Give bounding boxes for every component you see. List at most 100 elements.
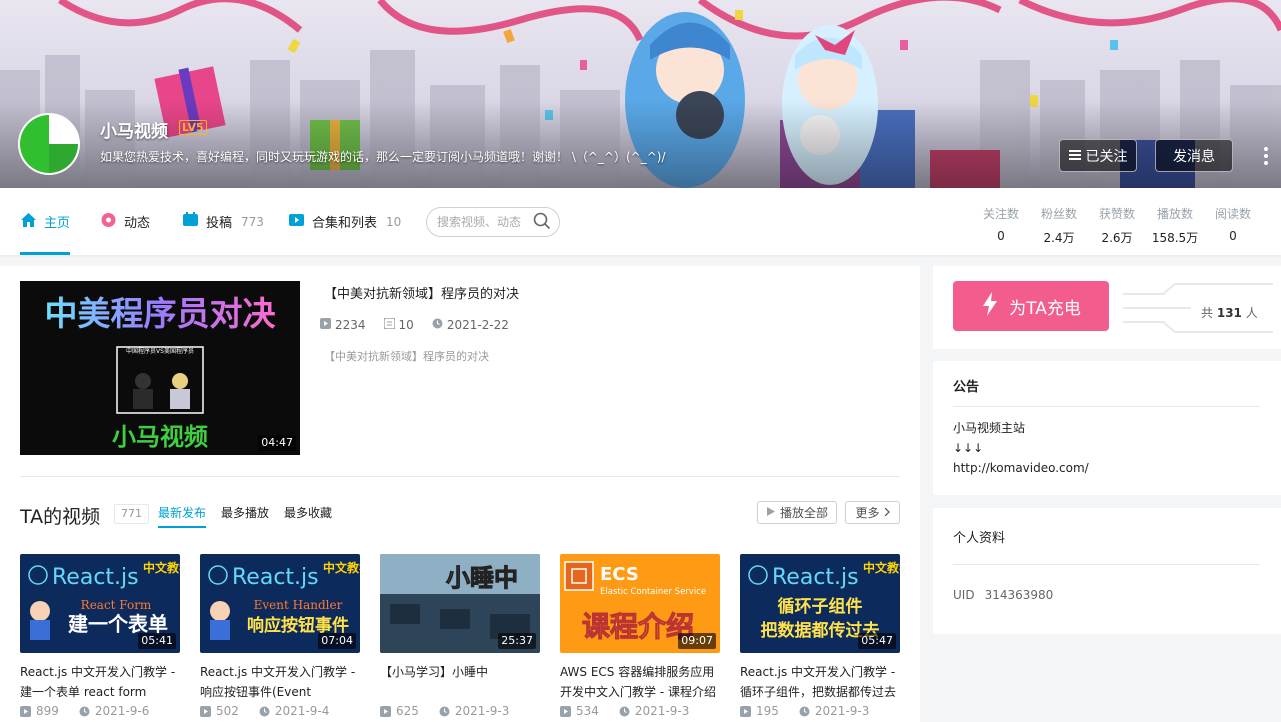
video-card[interactable]: 小睡中 25:37 【小马学习】小睡中 625 2021-9-3 [380,554,540,722]
play-count-icon [740,705,751,717]
menu-icon [1068,148,1081,164]
username: 小马视频 [100,122,168,142]
tab-most-favorited[interactable]: 最多收藏 [284,504,332,521]
danmaku-count: 10 [398,318,414,332]
tab-home[interactable]: 主页 [20,188,71,255]
video-title[interactable]: React.js 中文开发入门教学 - 循环子组件，把数据都传过去 [740,662,902,702]
tab-uploads[interactable]: 投稿 773 [182,188,264,255]
tab-most-played[interactable]: 最多播放 [221,504,269,521]
featured-thumb-brand: 小马视频 [112,423,208,451]
video-meta: 625 2021-9-3 [380,704,540,718]
stat-plays: 播放数 158.5万 [1151,207,1199,245]
profile-info-panel: 个人资料 UID 314363980 [933,508,1281,634]
upload-date: 2021-2-22 [446,318,509,332]
svg-text:中文教学: 中文教学 [143,560,180,575]
chevron-right-icon [884,506,890,520]
more-options-icon[interactable] [1258,143,1274,169]
svg-text:ECS: ECS [600,564,639,585]
notice-title: 公告 [953,380,980,395]
play-count-icon [320,318,331,332]
play-count-icon [380,705,391,717]
featured-thumb-small: 中国程序员VS美国程序员 [126,347,194,355]
tab-dynamic[interactable]: 动态 [100,188,150,255]
video-card[interactable]: React.js 中文教学 React Form 建一个表单 05:41 Rea… [20,554,180,722]
video-title[interactable]: 【小马学习】小睡中 [380,662,542,702]
duration-badge: 25:37 [498,633,536,649]
video-icon [182,211,199,232]
svg-text:中文教学: 中文教学 [863,560,900,575]
video-title[interactable]: React.js 中文开发入门教学 - 建一个表单 react form [20,662,182,702]
follow-label: 已关注 [1085,148,1128,165]
play-count-icon [560,705,571,717]
video-card[interactable]: ECS Elastic Container Service 课程介绍 09:07… [560,554,720,722]
videos-section-title: TA的视频 [20,506,101,528]
level-badge: LV5 [179,120,207,135]
playlist-icon [288,212,305,232]
info-title: 个人资料 [953,531,1006,546]
danmaku-icon [382,317,396,332]
notice-link[interactable]: http://komavideo.com/ [953,458,1089,478]
duration-badge: 04:47 [258,435,296,451]
home-icon [20,212,37,232]
video-thumbnail[interactable]: React.js 中文教学 Event Handler 响应按钮事件 07:04 [200,554,360,653]
follow-button[interactable]: 已关注 [1059,139,1137,172]
play-count-icon [200,705,211,717]
svg-text:React.js: React.js [232,565,319,590]
video-title[interactable]: React.js 中文开发入门教学 - 响应按钮事件(Event [200,662,362,702]
video-meta: 534 2021-9-3 [560,704,720,718]
tab-collections[interactable]: 合集和列表 10 [288,188,401,255]
play-count: 2234 [335,318,366,332]
flower-icon [100,212,117,232]
notice-body: 小马视频主站 ↓↓↓ http://komavideo.com/ [953,418,1089,478]
stat-likes: 获赞数 2.6万 [1098,207,1135,245]
play-all-button[interactable]: 播放全部 [757,501,837,524]
video-thumbnail[interactable]: React.js 中文教学 循环子组件 把数据都传过去 05:47 [740,554,900,653]
video-meta: 195 2021-9-3 [740,704,900,718]
featured-thumb-art: 中美程序员对决 中国程序员VS美国程序员 小马视频 [45,294,276,451]
video-thumbnail[interactable]: ECS Elastic Container Service 课程介绍 09:07 [560,554,720,653]
message-button[interactable]: 发消息 [1155,139,1233,172]
svg-text:Event Handler: Event Handler [254,598,343,612]
more-button[interactable]: 更多 [845,501,900,524]
play-count-icon [20,705,31,717]
video-thumbnail[interactable]: React.js 中文教学 React Form 建一个表单 05:41 [20,554,180,653]
featured-video-thumbnail[interactable]: 中美程序员对决 中国程序员VS美国程序员 小马视频 04:47 [20,281,300,455]
stat-reads: 阅读数 0 [1214,207,1251,243]
svg-text:中文教学: 中文教学 [323,560,360,575]
svg-text:课程介绍: 课程介绍 [582,610,694,643]
charge-button[interactable]: 为TA充电 [953,281,1109,331]
video-card[interactable]: React.js 中文教学 Event Handler 响应按钮事件 07:04… [200,554,360,722]
clock-icon [619,706,630,717]
profile-nav: 主页 动态 投稿 773 合集和列表 10 关注数 0 粉丝数 2.4万 获赞数 [0,188,1281,255]
charge-panel: 为TA充电 共 131 人 [933,266,1281,349]
svg-text:React.js: React.js [52,565,139,590]
tab-latest[interactable]: 最新发布 [158,504,207,528]
stat-fans[interactable]: 粉丝数 2.4万 [1040,205,1078,246]
profile-banner: 小马视频 LV5 如果您热爱技术，喜好编程，同时又玩玩游戏的话，那么一定要订阅小… [0,0,1281,188]
duration-badge: 05:41 [138,633,176,649]
video-title[interactable]: AWS ECS 容器编排服务应用开发中文入门教学 - 课程介绍 [560,662,722,702]
clock-icon [439,706,450,717]
avatar[interactable] [18,113,80,175]
featured-video-desc: 【中美对抗新领域】程序员的对决 [324,350,489,363]
uid-row: UID 314363980 [953,588,1054,602]
featured-video-title[interactable]: 【中美对抗新领域】程序员的对决 [324,283,519,302]
lightning-icon [981,291,999,321]
duration-badge: 09:07 [678,633,716,649]
duration-badge: 07:04 [318,633,356,649]
clock-icon [799,706,810,717]
search-icon[interactable] [533,212,551,233]
signature: 如果您热爱技术，喜好编程，同时又玩玩游戏的话，那么一定要订阅小马频道哦！谢谢！ … [100,150,666,164]
featured-thumb-title: 中美程序员对决 [45,294,276,333]
svg-text:循环子组件: 循环子组件 [778,596,863,617]
video-thumbnail[interactable]: 小睡中 25:37 [380,554,540,653]
stat-following[interactable]: 关注数 0 [983,205,1019,243]
charge-count: 共 131 人 [1201,306,1258,320]
search-input[interactable] [437,215,533,229]
notice-panel: 公告 小马视频主站 ↓↓↓ http://komavideo.com/ [933,361,1281,495]
play-icon [766,506,776,520]
duration-badge: 05:47 [858,633,896,649]
videos-count-badge: 771 [114,504,149,524]
featured-video-meta: 2234 10 2021-2-22 [320,317,527,332]
video-card[interactable]: React.js 中文教学 循环子组件 把数据都传过去 05:47 React.… [740,554,900,722]
